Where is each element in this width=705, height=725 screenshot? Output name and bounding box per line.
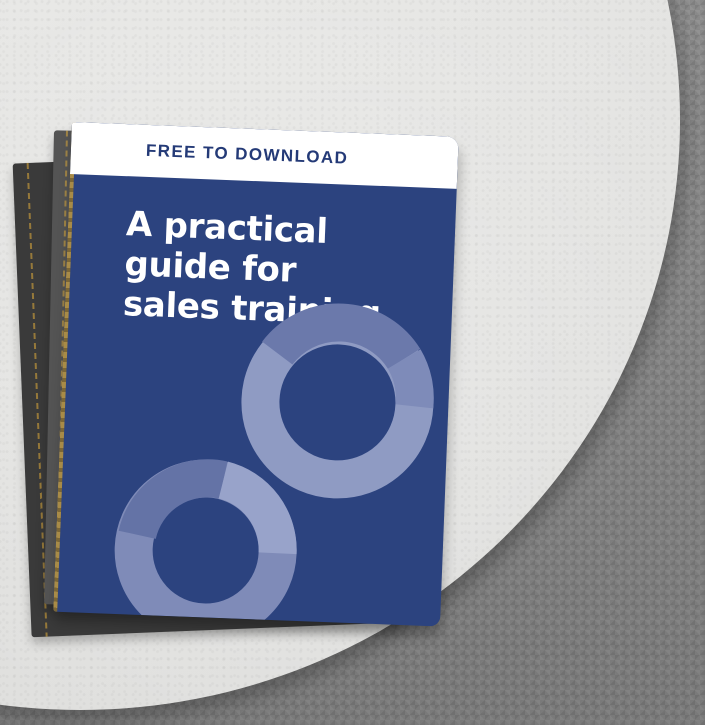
cover-title: A practical guide for sales training xyxy=(122,204,426,335)
sales-guide-cover: FREE TO DOWNLOAD A practical guide for s… xyxy=(53,122,459,627)
cover-ring-graphic xyxy=(114,303,434,627)
scene: FREE TO DOWNLOAD A practical guide for s… xyxy=(0,0,705,725)
cover-badge-label: FREE TO DOWNLOAD xyxy=(145,140,349,168)
